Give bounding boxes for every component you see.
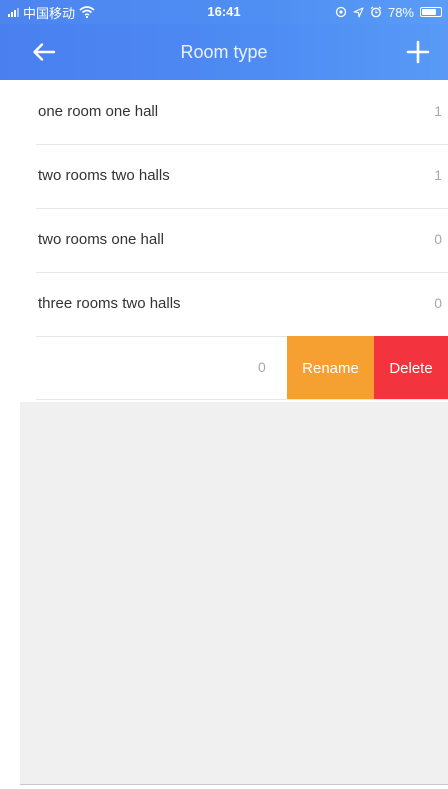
room-type-name: one room one hall: [38, 103, 159, 120]
room-type-list: one room one hall 1 two rooms two halls …: [0, 80, 448, 400]
plus-icon[interactable]: [404, 38, 432, 66]
room-type-row[interactable]: two rooms one hall 0: [0, 208, 448, 272]
status-time: 16:41: [207, 4, 241, 19]
room-type-count: 0: [434, 231, 442, 247]
battery-fill: [422, 9, 436, 15]
room-type-name: two rooms two halls: [38, 167, 170, 184]
room-type-count: 1: [434, 103, 442, 119]
header: Room type: [0, 24, 448, 80]
room-type-count: 0: [434, 295, 442, 311]
location-icon: [335, 6, 347, 18]
status-right: 78%: [335, 4, 442, 20]
battery-percent: 78%: [387, 4, 414, 20]
navigation-icon: [353, 6, 364, 18]
carrier-label: 中国移动: [23, 5, 76, 21]
alarm-icon: [370, 6, 382, 18]
status-left: 中国移动: [8, 4, 95, 21]
battery-icon: [420, 7, 442, 17]
status-bar: 中国移动 16:41 78%: [0, 0, 448, 24]
room-type-name: three rooms two halls: [38, 295, 181, 312]
room-type-count: 1: [434, 167, 442, 183]
room-type-name: two rooms one hall: [38, 231, 164, 248]
signal-icon: [8, 7, 19, 17]
room-type-row[interactable]: three rooms two halls 0: [0, 272, 448, 336]
swiped-room-type-row[interactable]: 0 Rename Delete: [0, 336, 448, 400]
wifi-icon: [79, 6, 95, 18]
room-type-row[interactable]: one room one hall 1: [0, 80, 448, 144]
rename-button[interactable]: Rename: [287, 336, 374, 400]
room-type-count: 0: [258, 359, 266, 375]
room-type-row[interactable]: two rooms two halls 1: [0, 144, 448, 208]
page-title: Room type: [180, 42, 268, 62]
room-type-screen: 中国移动 16:41 78% Room type one room one ha…: [0, 0, 448, 789]
delete-button[interactable]: Delete: [374, 336, 448, 400]
empty-content-area: [20, 402, 448, 785]
arrow-left-icon[interactable]: [30, 38, 58, 66]
